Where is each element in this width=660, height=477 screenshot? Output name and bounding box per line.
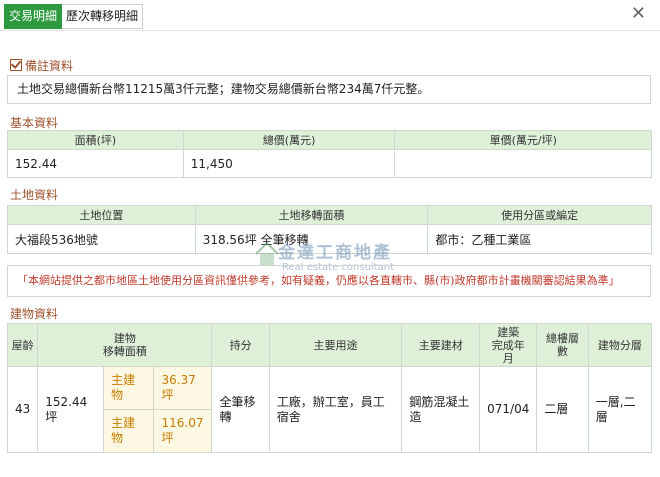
header-divider [0,30,660,31]
basic-value-area: 152.44 [7,149,184,178]
bld-header-age-text: 屋齡 [11,338,34,352]
land-value-location: 大福段536地號 [7,224,196,254]
building-table: 屋齡 建物 移轉面積 持分 主要用途 主要建材 建築 完成年 月 總樓層 數 建… [6,323,653,453]
building-title: 建物資料 [10,307,59,321]
land-value-zone: 都市：乙種工業區 [427,224,652,254]
land-table: 土地位置 土地移轉面積 使用分區或編定 大福段536地號 318.56坪 全筆移… [7,205,652,254]
zoning-notice: 「本網站提供之都市地區土地使用分區資訊僅供參考，如有疑義，仍應以各直轄市、縣(市… [7,265,651,297]
remarks-text: 土地交易總價新台幣11215萬3仟元整；建物交易總價新台幣234萬7仟元整。 [17,82,430,96]
remarks-title-text: 備註資料 [25,59,74,73]
bld-header-share: 持分 [211,323,270,367]
bld-header-use: 主要用途 [268,323,403,367]
bld-floors: 二層 [536,366,589,453]
bld-header-completed: 建築 完成年 月 [479,323,538,367]
bld-completed: 071/04 [479,366,538,453]
bld-header-area-text: 建物 移轉面積 [102,332,147,358]
bld-header-floors: 總樓層 數 [536,323,589,367]
land-title: 土地資料 [10,188,59,202]
basic-header-area: 面積(坪) [7,130,184,150]
bld-share: 全筆移 轉 [211,366,270,453]
basic-value-unit [394,149,652,178]
basic-header-total: 總價(萬元) [182,130,396,150]
bld-use: 工廠，辦工室，員工 宿舍 [268,366,403,453]
bld-layer: 一層,二 層 [587,366,653,453]
bld-area: 152.44 坪 [37,366,105,453]
bld-sub2-value: 116.07 坪 [153,409,213,453]
bld-sub1-value: 36.37坪 [153,366,213,410]
basic-value-total: 11,450 [182,149,396,178]
remarks-box: 土地交易總價新台幣11215萬3仟元整；建物交易總價新台幣234萬7仟元整。 [7,75,651,104]
bld-header-floors-text: 總樓層 數 [546,332,580,358]
bld-header-completed-text: 建築 完成年 月 [491,325,525,365]
land-header-area: 土地移轉面積 [194,205,429,225]
land-header-location: 土地位置 [7,205,196,225]
tab-transaction-details[interactable]: 交易明細 [4,4,63,29]
bld-sub2-label: 主建 物 [103,409,155,453]
bld-header-age: 屋齡 [6,323,39,367]
basic-title: 基本資料 [10,116,59,130]
bld-header-area: 建物 移轉面積 [37,323,213,367]
land-header-zone: 使用分區或編定 [427,205,652,225]
basic-table: 面積(坪) 總價(萬元) 單價(萬元/坪) 152.44 11,450 [7,130,652,178]
basic-header-unit: 單價(萬元/坪) [394,130,652,150]
tab-transfer-history[interactable]: 歷次轉移明細 [62,4,144,29]
tab-bar: 交易明細 歷次轉移明細 [4,4,144,29]
bld-material: 鋼筋混凝土 造 [401,366,481,453]
bld-age: 43 [6,366,39,453]
bld-header-layer: 建物分層 [587,323,653,367]
land-value-area: 318.56坪 全筆移轉 [194,224,429,254]
remarks-title: 備註資料 [10,57,73,74]
checkbox-icon [10,59,22,71]
close-icon[interactable]: ✕ [631,3,646,24]
bld-sub1-label: 主建 物 [103,366,155,410]
bld-header-material: 主要建材 [401,323,481,367]
